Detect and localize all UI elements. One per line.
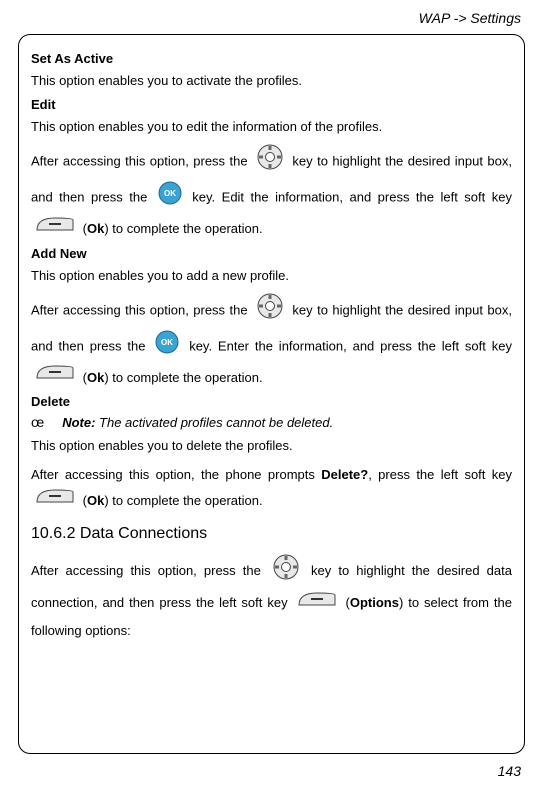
para-addnew-desc: This option enables you to add a new pro… xyxy=(31,266,512,286)
options-label: Options xyxy=(350,595,399,610)
text: After accessing this option, press the xyxy=(31,154,252,169)
text: After accessing this option, press the xyxy=(31,302,252,317)
ok-key-icon: OK xyxy=(158,181,182,215)
text: ) to complete the operation. xyxy=(104,370,262,385)
ok-label: Ok xyxy=(87,370,104,385)
para-delete-flow: After accessing this option, the phone p… xyxy=(31,462,512,515)
page-number: 143 xyxy=(498,763,521,779)
scroll-key-icon xyxy=(272,553,300,590)
heading-delete: Delete xyxy=(31,394,512,409)
note-icon: œ xyxy=(31,414,44,430)
text: ) to complete the operation. xyxy=(104,221,262,236)
para-addnew-flow: After accessing this option, press the k… xyxy=(31,292,512,392)
breadcrumb: WAP -> Settings xyxy=(18,10,525,26)
section-title-data-connections: 10.6.2 Data Connections xyxy=(31,525,512,543)
left-soft-key-icon xyxy=(297,591,337,618)
ok-label: Ok xyxy=(87,493,104,508)
delete-prompt: Delete? xyxy=(321,467,368,482)
text: After accessing this option, the phone p… xyxy=(31,467,321,482)
para-set-as-active: This option enables you to activate the … xyxy=(31,71,512,91)
left-soft-key-icon xyxy=(35,216,75,244)
heading-set-as-active: Set As Active xyxy=(31,51,512,66)
svg-text:OK: OK xyxy=(164,189,176,198)
text: After accessing this option, press the xyxy=(31,563,268,578)
note-body: The activated profiles cannot be deleted… xyxy=(95,415,333,430)
left-soft-key-icon xyxy=(35,488,75,515)
scroll-key-icon xyxy=(256,143,284,181)
heading-add-new: Add New xyxy=(31,246,512,261)
text: key. Enter the information, and press th… xyxy=(189,338,512,353)
content-box: Set As Active This option enables you to… xyxy=(18,34,525,754)
text: key. Edit the information, and press the… xyxy=(192,190,512,205)
text: ) to complete the operation. xyxy=(104,493,262,508)
svg-text:OK: OK xyxy=(161,338,173,347)
ok-label: Ok xyxy=(87,221,104,236)
note-text: Note: The activated profiles cannot be d… xyxy=(62,415,333,430)
para-edit-flow: After accessing this option, press the k… xyxy=(31,143,512,243)
note-line: œ Note: The activated profiles cannot be… xyxy=(31,414,512,430)
note-label: Note: xyxy=(62,415,95,430)
para-dataconn-flow: After accessing this option, press the k… xyxy=(31,553,512,643)
text: , press the left soft key xyxy=(368,467,512,482)
left-soft-key-icon xyxy=(35,364,75,392)
para-delete-desc: This option enables you to delete the pr… xyxy=(31,436,512,456)
heading-edit: Edit xyxy=(31,97,512,112)
scroll-key-icon xyxy=(256,292,284,330)
para-edit-desc: This option enables you to edit the info… xyxy=(31,117,512,137)
ok-key-icon: OK xyxy=(155,330,179,364)
